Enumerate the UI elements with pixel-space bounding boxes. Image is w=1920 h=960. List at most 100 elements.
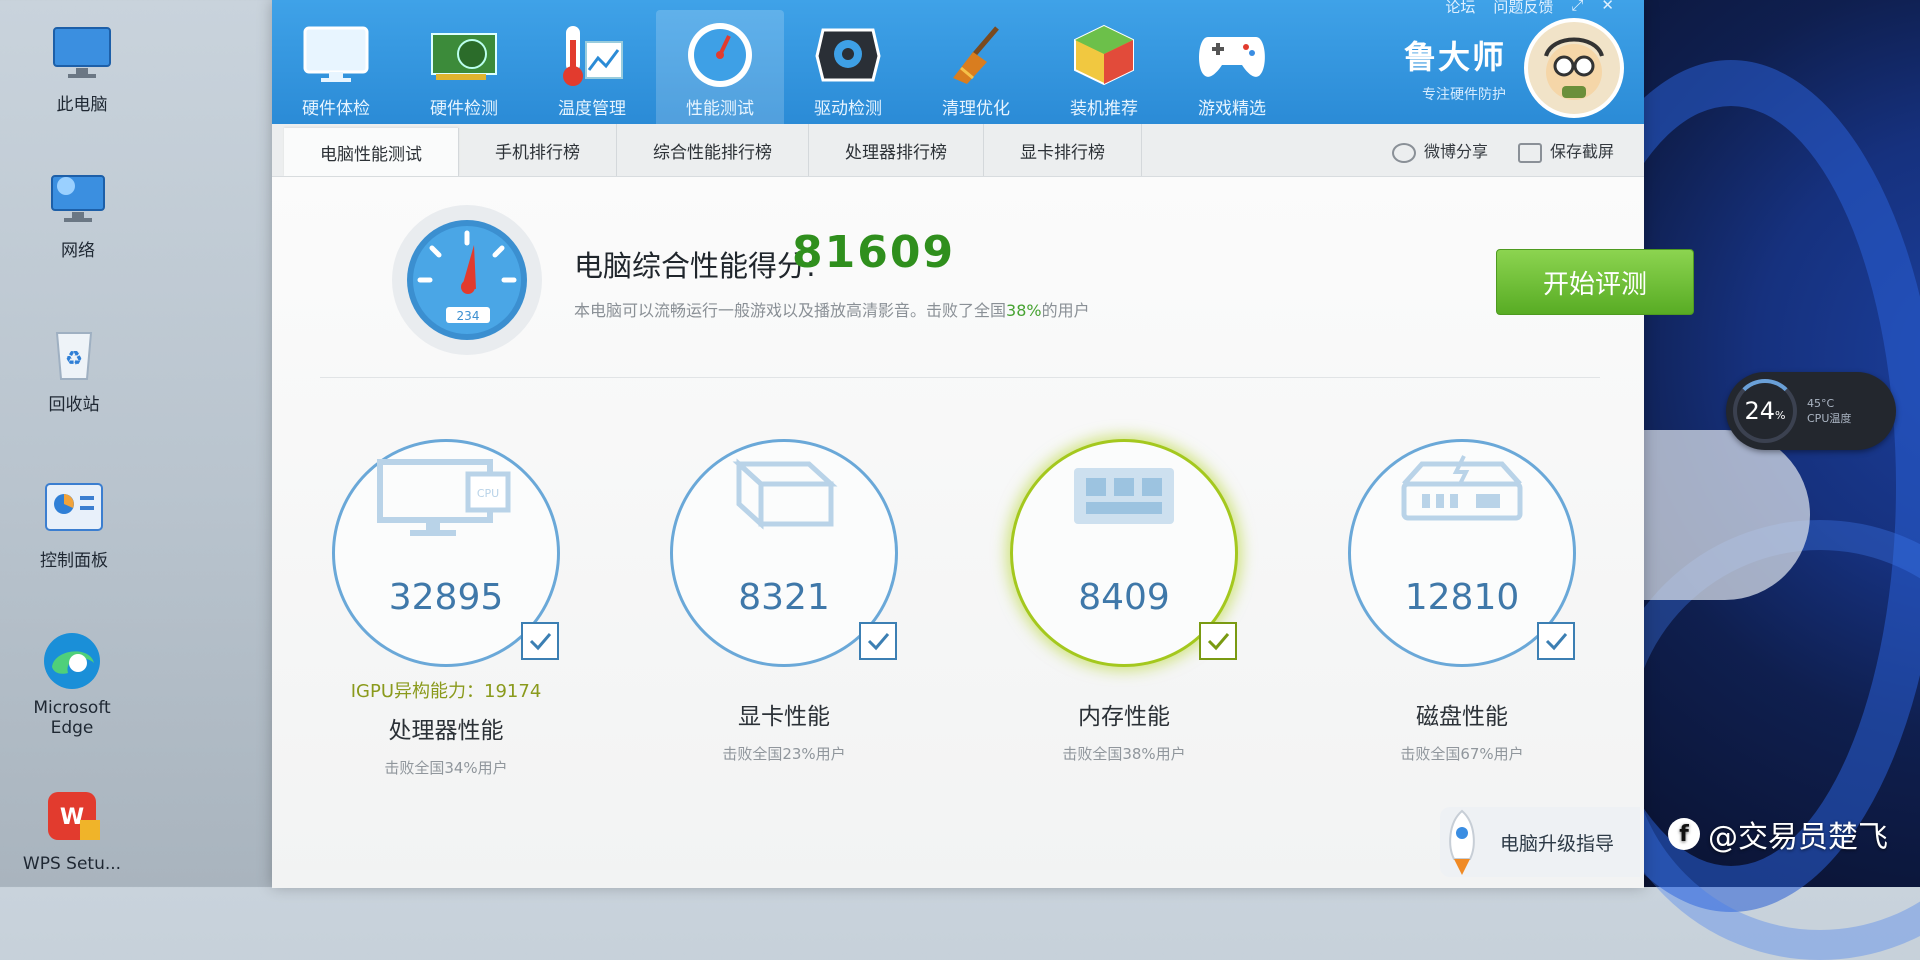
control-panel-icon bbox=[42, 478, 106, 540]
camera-icon bbox=[1517, 142, 1542, 163]
overall-score-description: 本电脑可以流畅运行一般游戏以及播放高清影音。击败了全国38%的用户 bbox=[574, 301, 1090, 320]
tab-pc-performance[interactable]: 电脑性能测试 bbox=[284, 128, 459, 176]
cube-icon bbox=[1064, 20, 1144, 90]
rocket-icon bbox=[1449, 809, 1475, 875]
broom-icon bbox=[936, 20, 1016, 90]
gpu-cube-icon bbox=[732, 458, 838, 530]
tab-actions: 微博分享 保存截屏 bbox=[1391, 138, 1614, 163]
tab-phone-ranking[interactable]: 手机排行榜 bbox=[459, 124, 617, 176]
nav-driver-detect[interactable]: 驱动检测 bbox=[784, 10, 912, 124]
check-icon bbox=[1537, 622, 1575, 660]
metric-rank: 击败全国23%用户 bbox=[722, 745, 846, 763]
metric-gpu[interactable]: 8321 显卡性能 击败全国23%用户 bbox=[654, 439, 914, 764]
overall-score-value: 81609 bbox=[792, 227, 956, 278]
svg-text:CPU: CPU bbox=[477, 487, 499, 500]
recycle-bin-icon: ♻ bbox=[42, 322, 106, 384]
check-icon bbox=[1199, 622, 1237, 660]
graphics-card-icon bbox=[424, 20, 504, 90]
start-benchmark-button[interactable]: 开始评测 bbox=[1496, 249, 1694, 315]
main-nav: 硬件体检 硬件检测 温度管理 性能测试 驱动检测 清理优化 装机推荐 游戏精选 bbox=[272, 10, 1296, 124]
metric-name: 磁盘性能 bbox=[1416, 704, 1508, 730]
driver-gear-icon bbox=[808, 20, 888, 90]
tab-cpu-ranking[interactable]: 处理器排行榜 bbox=[809, 124, 984, 176]
nav-clean-optimize[interactable]: 清理优化 bbox=[912, 10, 1040, 124]
weibo-icon bbox=[1391, 142, 1416, 163]
weibo-share-button[interactable]: 微博分享 bbox=[1391, 138, 1488, 163]
svg-text:♻: ♻ bbox=[65, 346, 83, 370]
wps-icon: W bbox=[40, 786, 104, 848]
sub-tabs: 电脑性能测试 手机排行榜 综合性能排行榜 处理器排行榜 显卡排行榜 微博分享 保… bbox=[272, 124, 1644, 177]
nav-temperature[interactable]: 温度管理 bbox=[528, 10, 656, 124]
summary-divider bbox=[320, 377, 1600, 378]
desktop-icon-label: 回收站 bbox=[48, 395, 100, 415]
title-links: 论坛 问题反馈 ⤢ ✕ bbox=[1445, 0, 1614, 17]
edge-icon bbox=[40, 630, 104, 692]
tab-overall-ranking[interactable]: 综合性能排行榜 bbox=[617, 124, 809, 176]
thermometer-icon bbox=[552, 20, 632, 90]
mascot-avatar[interactable] bbox=[1524, 18, 1624, 118]
score-summary: 234 电脑综合性能得分: 81609 本电脑可以流畅运行一般游戏以及播放高清影… bbox=[392, 205, 1694, 355]
cpu-temp-label: CPU温度 bbox=[1807, 412, 1852, 425]
memory-score: 8409 bbox=[1078, 577, 1170, 618]
monitor-icon bbox=[296, 20, 376, 90]
metric-cpu[interactable]: CPU 32895 IGPU异构能力：19174 处理器性能 击败全国34%用户 bbox=[316, 439, 576, 778]
author-watermark: f @交易员楚飞 bbox=[1668, 812, 1888, 856]
score-gauge-icon: 234 bbox=[392, 205, 542, 355]
speedometer-icon bbox=[680, 20, 760, 90]
hard-disk-icon bbox=[1401, 455, 1523, 521]
nav-hardware-checkup[interactable]: 硬件体检 bbox=[272, 10, 400, 124]
nav-hardware-detect[interactable]: 硬件检测 bbox=[400, 10, 528, 124]
desktop-icon-label: WPS Setu... bbox=[22, 854, 122, 874]
desktop-icon-wps-setup[interactable]: W WPS Setu... bbox=[12, 786, 132, 874]
desktop-icon-control-panel[interactable]: 控制面板 bbox=[14, 478, 134, 571]
metric-rank: 击败全国67%用户 bbox=[1400, 745, 1524, 763]
performance-content: 234 电脑综合性能得分: 81609 本电脑可以流畅运行一般游戏以及播放高清影… bbox=[272, 177, 1694, 888]
svg-text:234: 234 bbox=[457, 309, 480, 323]
nav-game-selection[interactable]: 游戏精选 bbox=[1168, 10, 1296, 124]
upgrade-guide-button[interactable]: 电脑升级指导 bbox=[1440, 807, 1640, 877]
desktop-icon-label: 此电脑 bbox=[56, 95, 108, 115]
monitor-icon bbox=[50, 22, 114, 84]
restore-icon[interactable]: ⤢ bbox=[1571, 0, 1583, 17]
cpu-temp-value: 45°C bbox=[1807, 397, 1835, 410]
gamepad-icon bbox=[1192, 20, 1272, 90]
metric-name: 显卡性能 bbox=[738, 704, 830, 730]
facebook-icon: f bbox=[1668, 818, 1700, 850]
metric-rank: 击败全国34%用户 bbox=[384, 759, 508, 777]
ludashi-window: 论坛 问题反馈 ⤢ ✕ 硬件体检 硬件检测 温度管理 性能测试 驱动检测 清理优… bbox=[272, 0, 1694, 888]
igpu-capability: IGPU异构能力：19174 bbox=[350, 681, 542, 702]
brand-area: 鲁大师 专注硬件防护 bbox=[1404, 18, 1624, 118]
feedback-link[interactable]: 问题反馈 bbox=[1493, 0, 1553, 17]
memory-chip-icon bbox=[1074, 468, 1174, 524]
window-toolbar: 论坛 问题反馈 ⤢ ✕ 硬件体检 硬件检测 温度管理 性能测试 驱动检测 清理优… bbox=[272, 0, 1644, 124]
tab-gpu-ranking[interactable]: 显卡排行榜 bbox=[984, 124, 1142, 176]
desktop-icon-label: 控制面板 bbox=[40, 551, 108, 571]
metric-name: 内存性能 bbox=[1078, 704, 1170, 730]
cpu-usage-dial: 24% bbox=[1733, 379, 1797, 443]
save-screenshot-button[interactable]: 保存截屏 bbox=[1517, 138, 1614, 163]
cpu-monitor-icon: CPU bbox=[377, 459, 511, 536]
close-icon[interactable]: ✕ bbox=[1601, 0, 1614, 17]
brand-slogan: 专注硬件防护 bbox=[1422, 87, 1506, 103]
metric-rank: 击败全国38%用户 bbox=[1062, 745, 1186, 763]
check-icon bbox=[859, 622, 897, 660]
nav-performance-test[interactable]: 性能测试 bbox=[656, 10, 784, 124]
cpu-score: 32895 bbox=[388, 577, 504, 618]
metric-name: 处理器性能 bbox=[388, 718, 504, 744]
desktop-icon-label: 网络 bbox=[61, 241, 95, 261]
metric-disk[interactable]: 12810 磁盘性能 击败全国67%用户 bbox=[1332, 439, 1592, 764]
disk-score: 12810 bbox=[1404, 577, 1520, 618]
network-icon bbox=[46, 168, 110, 230]
desktop-icon-this-pc[interactable]: 此电脑 bbox=[22, 22, 142, 115]
desktop-icon-network[interactable]: 网络 bbox=[18, 168, 138, 261]
metric-memory[interactable]: 8409 内存性能 击败全国38%用户 bbox=[994, 439, 1254, 764]
forum-link[interactable]: 论坛 bbox=[1445, 0, 1475, 17]
desktop-icon-recycle-bin[interactable]: ♻ 回收站 bbox=[14, 322, 134, 415]
check-icon bbox=[521, 622, 559, 660]
overall-score-label: 电脑综合性能得分: bbox=[574, 249, 816, 283]
desktop-icon-label: Microsoft Edge bbox=[33, 698, 111, 738]
desktop-icon-edge[interactable]: Microsoft Edge bbox=[12, 630, 132, 738]
brand-name: 鲁大师 bbox=[1403, 38, 1506, 76]
nav-build-recommend[interactable]: 装机推荐 bbox=[1040, 10, 1168, 124]
cpu-temperature-widget[interactable]: 24% 45°C CPU温度 bbox=[1726, 372, 1896, 450]
